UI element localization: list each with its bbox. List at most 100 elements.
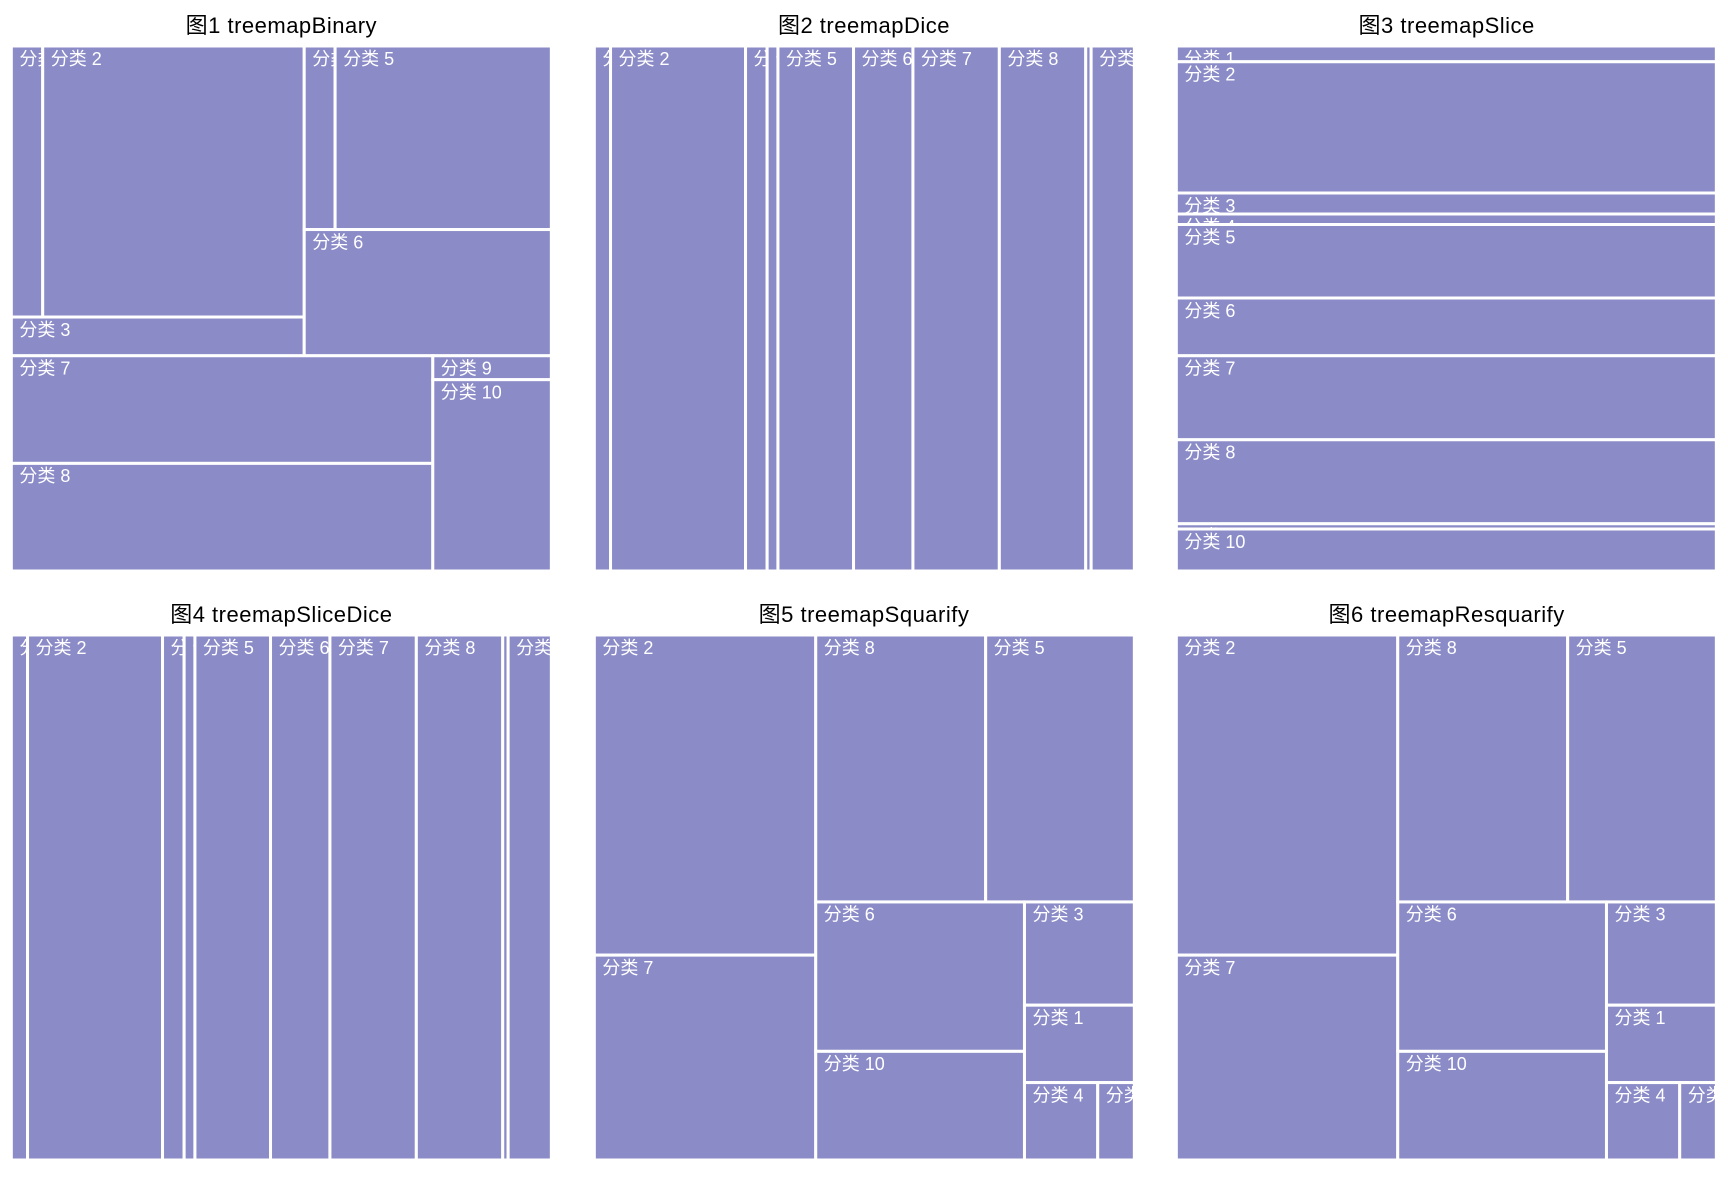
treemap-cell-label: 分类 5 (343, 49, 394, 69)
treemap-cell: 分类 3 (1177, 193, 1717, 216)
treemap-cell-label: 分类 10 (823, 1054, 884, 1074)
treemap-cell-label: 分类 2 (1185, 65, 1236, 85)
treemap-cell: 分类 7 (1177, 955, 1398, 1160)
treemap-cell-label: 分类 2 (1185, 638, 1236, 658)
treemap-cell-label: 分类 7 (338, 638, 389, 658)
treemap-cell: 分类 2 (610, 46, 745, 571)
treemap-cell-label: 分类 7 (921, 49, 972, 69)
treemap-cell: 分类 2 (594, 635, 815, 955)
treemap-cell-label: 分类 6 (312, 232, 363, 252)
treemap-binary: 分类 1分类 2分类 3分类 4分类 5分类 6分类 7分类 8分类 9分类 1… (10, 46, 553, 571)
treemap-cell: 分类 5 (985, 635, 1134, 902)
treemap-cell: 分类 2 (1177, 62, 1717, 193)
treemap-cell-label: 分类 10 (441, 382, 502, 402)
treemap-cell: 分类 7 (913, 46, 999, 571)
treemap-cell-label: 分类 9 (1688, 1085, 1718, 1105)
treemap-cell: 分类 2 (28, 635, 163, 1160)
treemap-cell-label: 分类 4 (1615, 1085, 1666, 1105)
treemap-cell: 分类 8 (416, 635, 502, 1160)
treemap-cell: 分类 8 (815, 635, 985, 902)
treemap-cell-label: 分类 3 (19, 320, 70, 340)
treemap-cell-label: 分类 7 (602, 958, 653, 978)
treemap-cell: 分类 1 (1607, 1005, 1717, 1082)
panel-4: 图4 treemapSliceDice 分类 1分类 2分类 3分类 4分类 5… (10, 595, 553, 1160)
panel-6: 图6 treemapResquarify 分类 2分类 7分类 8分类 5分类 … (1175, 595, 1718, 1160)
treemap-cell-label: 分类 5 (993, 638, 1044, 658)
treemap-cell: 分类 2 (1177, 635, 1398, 955)
treemap-cell-label: 分类 3 (1032, 905, 1083, 925)
treemap-cell-label: 分类 10 (516, 638, 553, 658)
treemap-cell: 分类 7 (330, 635, 416, 1160)
treemap-cell: 分类 9 (1097, 1083, 1135, 1160)
treemap-cell: 分类 7 (11, 356, 432, 464)
treemap-cell-label: 分类 5 (786, 49, 837, 69)
treemap-cell: 分类 7 (594, 955, 815, 1160)
treemap-cell: 分类 6 (271, 635, 330, 1160)
treemap-cell-label: 分类 8 (424, 638, 475, 658)
treemap-cell: 分类 4 (1024, 1083, 1097, 1160)
treemap-cell: 分类 9 (1680, 1083, 1718, 1160)
treemap-cell-label: 分类 10 (1185, 532, 1246, 552)
panel-title-3: 图3 treemapSlice (1175, 6, 1718, 46)
treemap-cell: 分类 5 (335, 46, 551, 230)
treemap-cell-label: 分类 6 (823, 905, 874, 925)
treemap-cell-label: 分类 10 (1406, 1054, 1467, 1074)
treemap-cell: 分类 4 (1607, 1083, 1680, 1160)
treemap-cell: 分类 10 (815, 1051, 1024, 1160)
panel-3: 图3 treemapSlice 分类 1分类 2分类 3分类 4分类 5分类 6… (1175, 6, 1718, 571)
treemap-cell-label: 分类 6 (1185, 301, 1236, 321)
treemap-slicedice: 分类 1分类 2分类 3分类 4分类 5分类 6分类 7分类 8分类 9分类 1… (10, 635, 553, 1160)
treemap-cell: 分类 3 (1607, 902, 1717, 1005)
chart-grid: 图1 treemapBinary 分类 1分类 2分类 3分类 4分类 5分类 … (10, 6, 1718, 1160)
treemap-cell: 分类 6 (304, 230, 551, 356)
treemap-cell: 分类 1 (1024, 1005, 1134, 1082)
treemap-cell-label: 分类 1 (1615, 1008, 1666, 1028)
treemap-cell-label: 分类 5 (1185, 227, 1236, 247)
treemap-resquarify: 分类 2 分类 7 分类 8 分类 5 分类 6 分类 10 分类 3 分类 1 分类 4 分类 … (1175, 635, 1718, 1160)
treemap-cell-label: 分类 6 (279, 638, 330, 658)
treemap-cell: 分类 6 (815, 902, 1024, 1051)
panel-title-6: 图6 treemapResquarify (1175, 595, 1718, 635)
treemap-cell-label: 分类 2 (618, 49, 669, 69)
treemap-cell-label: 分类 8 (823, 638, 874, 658)
treemap-cell: 分类 5 (778, 46, 854, 571)
treemap-cell-label: 分类 8 (19, 466, 70, 486)
treemap-cell-label: 分类 8 (1185, 443, 1236, 463)
treemap-cell-label: 分类 10 (1099, 49, 1136, 69)
treemap-cell: 分类 10 (1398, 1051, 1607, 1160)
treemap-cell: 分类 6 (1398, 902, 1607, 1051)
treemap-cell: 分类 6 (853, 46, 912, 571)
treemap-cell: 分类 8 (999, 46, 1085, 571)
treemap-cell-label: 分类 7 (19, 359, 70, 379)
treemap-cell: 分类 3 (11, 317, 304, 356)
treemap-cell: 分类 10 (433, 380, 552, 571)
treemap-cell-label: 分类 2 (36, 638, 87, 658)
treemap-cell-label: 分类 4 (1032, 1085, 1083, 1105)
treemap-cell-label: 分类 8 (1007, 49, 1058, 69)
treemap-cell: 分类 8 (1177, 440, 1717, 524)
panel-5: 图5 treemapSquarify 分类 2 分类 7 分类 8 分类 5 分类 6 分… (593, 595, 1136, 1160)
panel-title-2: 图2 treemapDice (593, 6, 1136, 46)
treemap-dice: 分类 1分类 2分类 3分类 4分类 5分类 6分类 7分类 8分类 9分类 1… (593, 46, 1136, 571)
treemap-cell: 分类 5 (1568, 635, 1717, 902)
treemap-cell: 分类 10 (1177, 529, 1717, 571)
treemap-cell-label: 分类 1 (1032, 1008, 1083, 1028)
treemap-cell-label: 分类 2 (602, 638, 653, 658)
treemap-cell: 分类 2 (43, 46, 305, 317)
panel-title-4: 图4 treemapSliceDice (10, 595, 553, 635)
treemap-cell: 分类 10 (508, 635, 553, 1160)
treemap-cell-label: 分类 8 (1406, 638, 1457, 658)
treemap-cell: 分类 5 (1177, 225, 1717, 299)
treemap-cell-label: 分类 6 (1406, 905, 1457, 925)
treemap-cell-label: 分类 5 (1576, 638, 1627, 658)
treemap-cell: 分类 10 (1091, 46, 1136, 571)
panel-title-1: 图1 treemapBinary (10, 6, 553, 46)
treemap-cell: 分类 9 (433, 356, 552, 380)
treemap-cell: 分类 7 (1177, 356, 1717, 440)
treemap-cell-label: 分类 9 (1105, 1085, 1135, 1105)
panel-2: 图2 treemapDice 分类 1分类 2分类 3分类 4分类 5分类 6分… (593, 6, 1136, 571)
treemap-cell: 分类 5 (195, 635, 271, 1160)
treemap-cell-label: 分类 7 (1185, 359, 1236, 379)
panel-1: 图1 treemapBinary 分类 1分类 2分类 3分类 4分类 5分类 … (10, 6, 553, 571)
panel-title-5: 图5 treemapSquarify (593, 595, 1136, 635)
